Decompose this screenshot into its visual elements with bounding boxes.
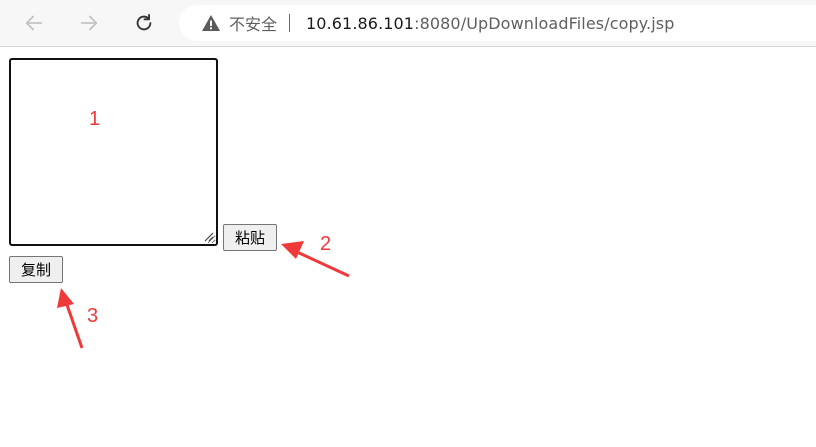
reload-icon — [136, 13, 152, 31]
arrow-right-icon — [80, 15, 98, 31]
annotation-label-2: 2 — [320, 233, 332, 255]
address-bar[interactable]: 不安全 10.61.86.101:8080/UpDownloadFiles/co… — [179, 5, 816, 41]
annotation-label-3: 3 — [87, 305, 99, 327]
address-separator — [289, 14, 291, 32]
back-button[interactable] — [17, 6, 51, 40]
copy-button[interactable]: 复制 — [9, 256, 63, 283]
browser-toolbar: 不安全 10.61.86.101:8080/UpDownloadFiles/co… — [0, 0, 816, 47]
url-host: 10.61.86.101 — [306, 13, 415, 33]
arrow-left-icon — [25, 15, 43, 31]
paste-button[interactable]: 粘贴 — [223, 224, 277, 251]
text-input-area[interactable] — [9, 58, 218, 246]
resize-grip-icon[interactable] — [202, 230, 214, 242]
annotation-arrow-3 — [57, 288, 84, 349]
annotation-label-1: 1 — [89, 108, 101, 130]
url-text[interactable]: 10.61.86.101:8080/UpDownloadFiles/copy.j… — [306, 14, 674, 33]
security-label[interactable]: 不安全 — [229, 11, 277, 35]
url-path: :8080/UpDownloadFiles/copy.jsp — [414, 13, 675, 33]
annotation-arrow-2 — [281, 241, 350, 278]
warning-triangle-icon[interactable] — [201, 13, 221, 33]
reload-button[interactable] — [127, 6, 161, 40]
forward-button[interactable] — [72, 6, 106, 40]
